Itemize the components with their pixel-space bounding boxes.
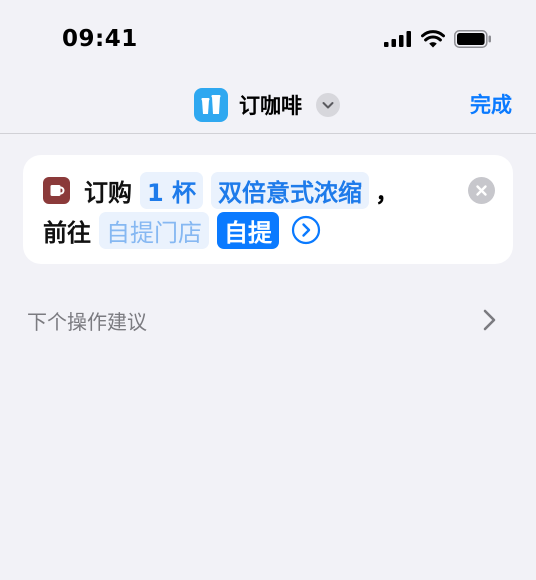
coffee-shortcut-app-icon[interactable] — [194, 88, 228, 122]
action-card: 订购 1 杯 双倍意式浓缩 ， 前往 自提门店 自提 — [23, 155, 513, 264]
remove-action-button[interactable] — [468, 177, 495, 204]
battery-icon — [454, 30, 491, 48]
page-title[interactable]: 订咖啡 — [239, 90, 302, 120]
order-verb: 订购 — [84, 178, 132, 207]
title-menu-button[interactable] — [316, 93, 340, 117]
cellular-signal-icon — [384, 31, 411, 47]
pickup-mode-parameter[interactable]: 自提 — [217, 211, 279, 249]
go-to-text: 前往 — [43, 218, 91, 247]
comma-text: ， — [375, 178, 400, 207]
navigation-bar: 订咖啡 完成 — [0, 70, 536, 134]
drink-parameter[interactable]: 双倍意式浓缩 — [211, 171, 370, 209]
store-parameter[interactable]: 自提门店 — [99, 211, 209, 249]
expand-arrow-icon[interactable] — [291, 215, 321, 245]
coffee-cup-icon — [43, 176, 70, 204]
action-line-2: 前往 自提门店 自提 — [43, 211, 321, 249]
action-line-1: 订购 1 杯 双倍意式浓缩 ， — [43, 171, 400, 209]
status-bar: 09:41 — [0, 0, 536, 70]
coffee-cups-icon — [201, 95, 221, 114]
next-action-suggestions-label[interactable]: 下个操作建议 — [27, 306, 147, 335]
status-time: 09:41 — [62, 26, 138, 52]
close-icon — [476, 185, 487, 196]
chevron-down-icon — [322, 102, 334, 109]
chevron-right-icon[interactable] — [482, 308, 498, 332]
wifi-icon — [421, 30, 445, 48]
quantity-parameter[interactable]: 1 杯 — [140, 171, 204, 209]
done-button[interactable]: 完成 — [470, 89, 512, 119]
